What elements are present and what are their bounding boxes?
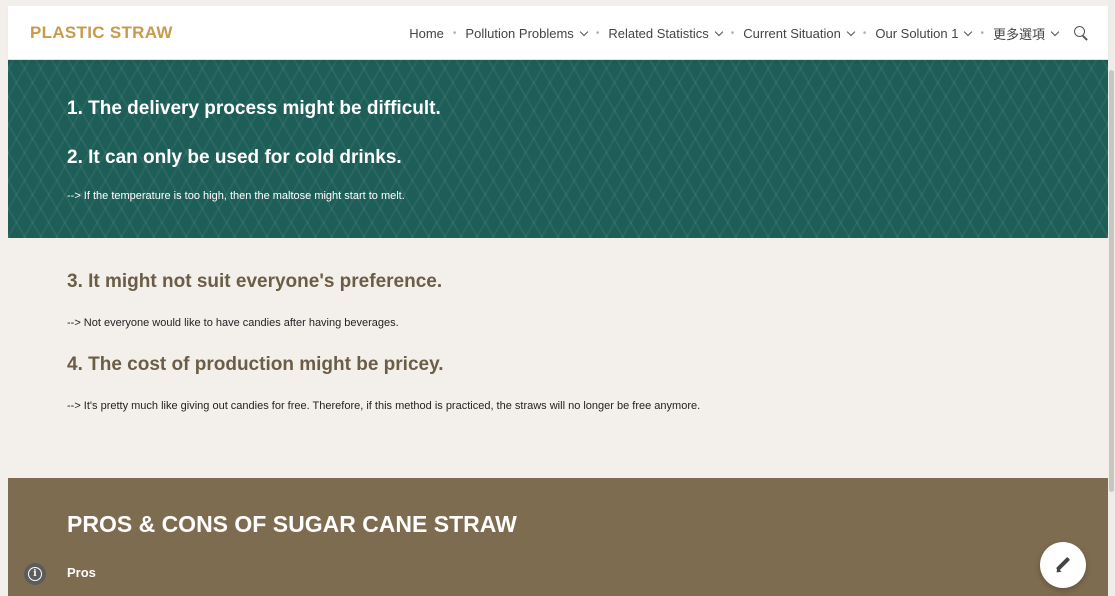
nav-item-pollution-problems[interactable]: Pollution Problems [465, 26, 589, 41]
nav-item-label: Pollution Problems [465, 26, 574, 41]
light-section: 3. It might not suit everyone's preferen… [8, 238, 1108, 478]
section-note: --> If the temperature is too high, then… [67, 190, 405, 202]
nav-separator: • [452, 28, 457, 39]
chevron-down-icon [714, 27, 724, 36]
nav-item-our-solution-1[interactable]: Our Solution 1 [875, 26, 973, 41]
info-button[interactable]: i [24, 563, 46, 585]
section-subtitle: Pros [67, 565, 96, 580]
pencil-icon [1055, 557, 1071, 573]
nav-item-label: Related Statistics [608, 26, 709, 41]
site-header: PLASTIC STRAW Home • Pollution Problems … [8, 6, 1108, 60]
section-heading: 2. It can only be used for cold drinks. [67, 147, 402, 168]
chevron-down-icon [964, 27, 973, 36]
section-note: --> It's pretty much like giving out can… [67, 400, 701, 412]
nav-item-label: Current Situation [743, 26, 841, 41]
site-brand[interactable]: PLASTIC STRAW [30, 23, 173, 43]
chevron-down-icon [1050, 27, 1060, 36]
nav-item-label: 更多選項 [992, 27, 1045, 42]
edit-button[interactable] [1040, 542, 1086, 588]
nav-item-related-statistics[interactable]: Related Statistics [608, 26, 724, 41]
nav-separator: • [862, 28, 867, 39]
section-heading: 4. The cost of production might be price… [67, 354, 444, 375]
nav-item-label: Our Solution 1 [875, 26, 959, 41]
info-icon: i [28, 567, 42, 581]
nav-item-label: Home [409, 26, 444, 41]
section-heading: 3. It might not suit everyone's preferen… [67, 271, 443, 292]
section-heading: 1. The delivery process might be difficu… [67, 98, 441, 119]
nav-item-home[interactable]: Home [409, 26, 444, 41]
search-icon[interactable] [1074, 25, 1090, 42]
chevron-down-icon [579, 27, 589, 36]
nav-separator: • [730, 28, 735, 39]
scrollbar-thumb[interactable] [1109, 70, 1114, 492]
nav-separator: • [595, 28, 600, 39]
brown-section: PROS & CONS OF SUGAR CANE STRAW Pros [8, 478, 1108, 596]
nav-item-more-options[interactable]: 更多選項 [992, 24, 1060, 43]
nav-separator: • [980, 28, 984, 39]
chevron-down-icon [846, 27, 856, 36]
section-note: --> Not everyone would like to have cand… [67, 317, 399, 329]
teal-section: 1. The delivery process might be difficu… [8, 60, 1108, 238]
nav-item-current-situation[interactable]: Current Situation [743, 26, 856, 41]
top-nav: Home • Pollution Problems • Related Stat… [409, 24, 1090, 43]
section-title: PROS & CONS OF SUGAR CANE STRAW [67, 511, 517, 537]
page-scrollbar[interactable] [1108, 0, 1115, 596]
